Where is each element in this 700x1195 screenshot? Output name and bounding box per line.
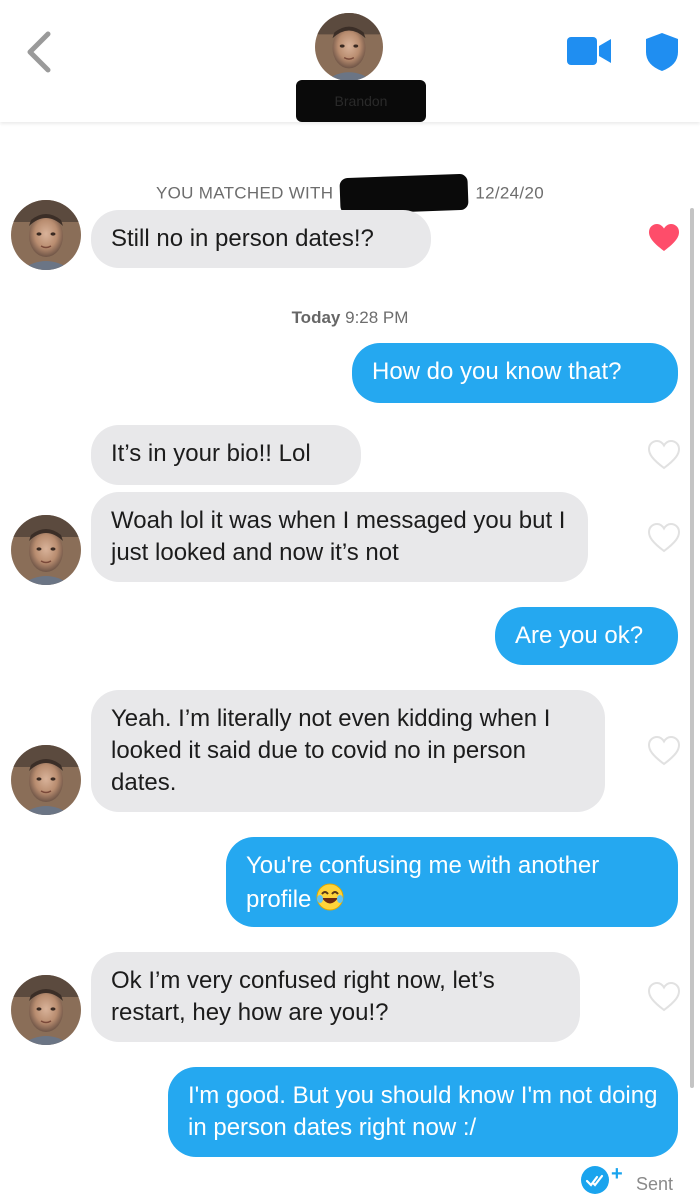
safety-shield-icon[interactable] — [644, 32, 680, 72]
message-incoming[interactable]: Ok I’m very confused right now, let’s re… — [91, 952, 580, 1042]
message-outgoing[interactable]: How do you know that? — [352, 343, 678, 403]
message-incoming[interactable]: Yeah. I’m literally not even kidding whe… — [91, 690, 605, 812]
chat-header: Brandon — [0, 0, 700, 122]
heart-outline-icon[interactable] — [648, 736, 680, 766]
scrollbar[interactable] — [690, 208, 694, 1088]
heart-liked-icon[interactable] — [648, 223, 680, 253]
avatar[interactable] — [11, 745, 81, 815]
message-incoming[interactable]: Still no in person dates!? — [91, 210, 431, 268]
timestamp-day: Today — [291, 308, 341, 327]
match-date: 12/24/20 — [475, 183, 544, 203]
match-name-redacted[interactable]: Brandon — [296, 80, 426, 122]
back-chevron-icon[interactable] — [20, 30, 56, 74]
laughing-tears-emoji-icon — [316, 883, 344, 911]
avatar[interactable] — [11, 200, 81, 270]
message-incoming[interactable]: It’s in your bio!! Lol — [91, 425, 361, 485]
read-receipt-check-icon — [581, 1166, 609, 1194]
message-text: You're confusing me with another profile — [246, 852, 600, 913]
timestamp-time: 9:28 PM — [345, 308, 409, 327]
message-outgoing[interactable]: Are you ok? — [495, 607, 678, 665]
sent-status: Sent — [636, 1174, 674, 1194]
timestamp: Today 9:28 PM — [0, 308, 700, 328]
heart-outline-icon[interactable] — [648, 523, 680, 553]
match-notice: YOU MATCHED WITH 12/24/20 — [0, 173, 700, 215]
plus-badge: + — [611, 1163, 623, 1185]
match-avatar[interactable] — [315, 13, 383, 81]
redacted-name — [339, 173, 469, 215]
message-outgoing[interactable]: I'm good. But you should know I'm not do… — [168, 1067, 678, 1157]
heart-outline-icon[interactable] — [648, 440, 680, 470]
avatar[interactable] — [11, 515, 81, 585]
heart-outline-icon[interactable] — [648, 982, 680, 1012]
message-outgoing[interactable]: You're confusing me with another profile — [226, 837, 678, 927]
match-notice-prefix: YOU MATCHED WITH — [156, 183, 334, 203]
message-incoming[interactable]: Woah lol it was when I messaged you but … — [91, 492, 588, 582]
video-call-icon[interactable] — [566, 35, 612, 67]
avatar[interactable] — [11, 975, 81, 1045]
